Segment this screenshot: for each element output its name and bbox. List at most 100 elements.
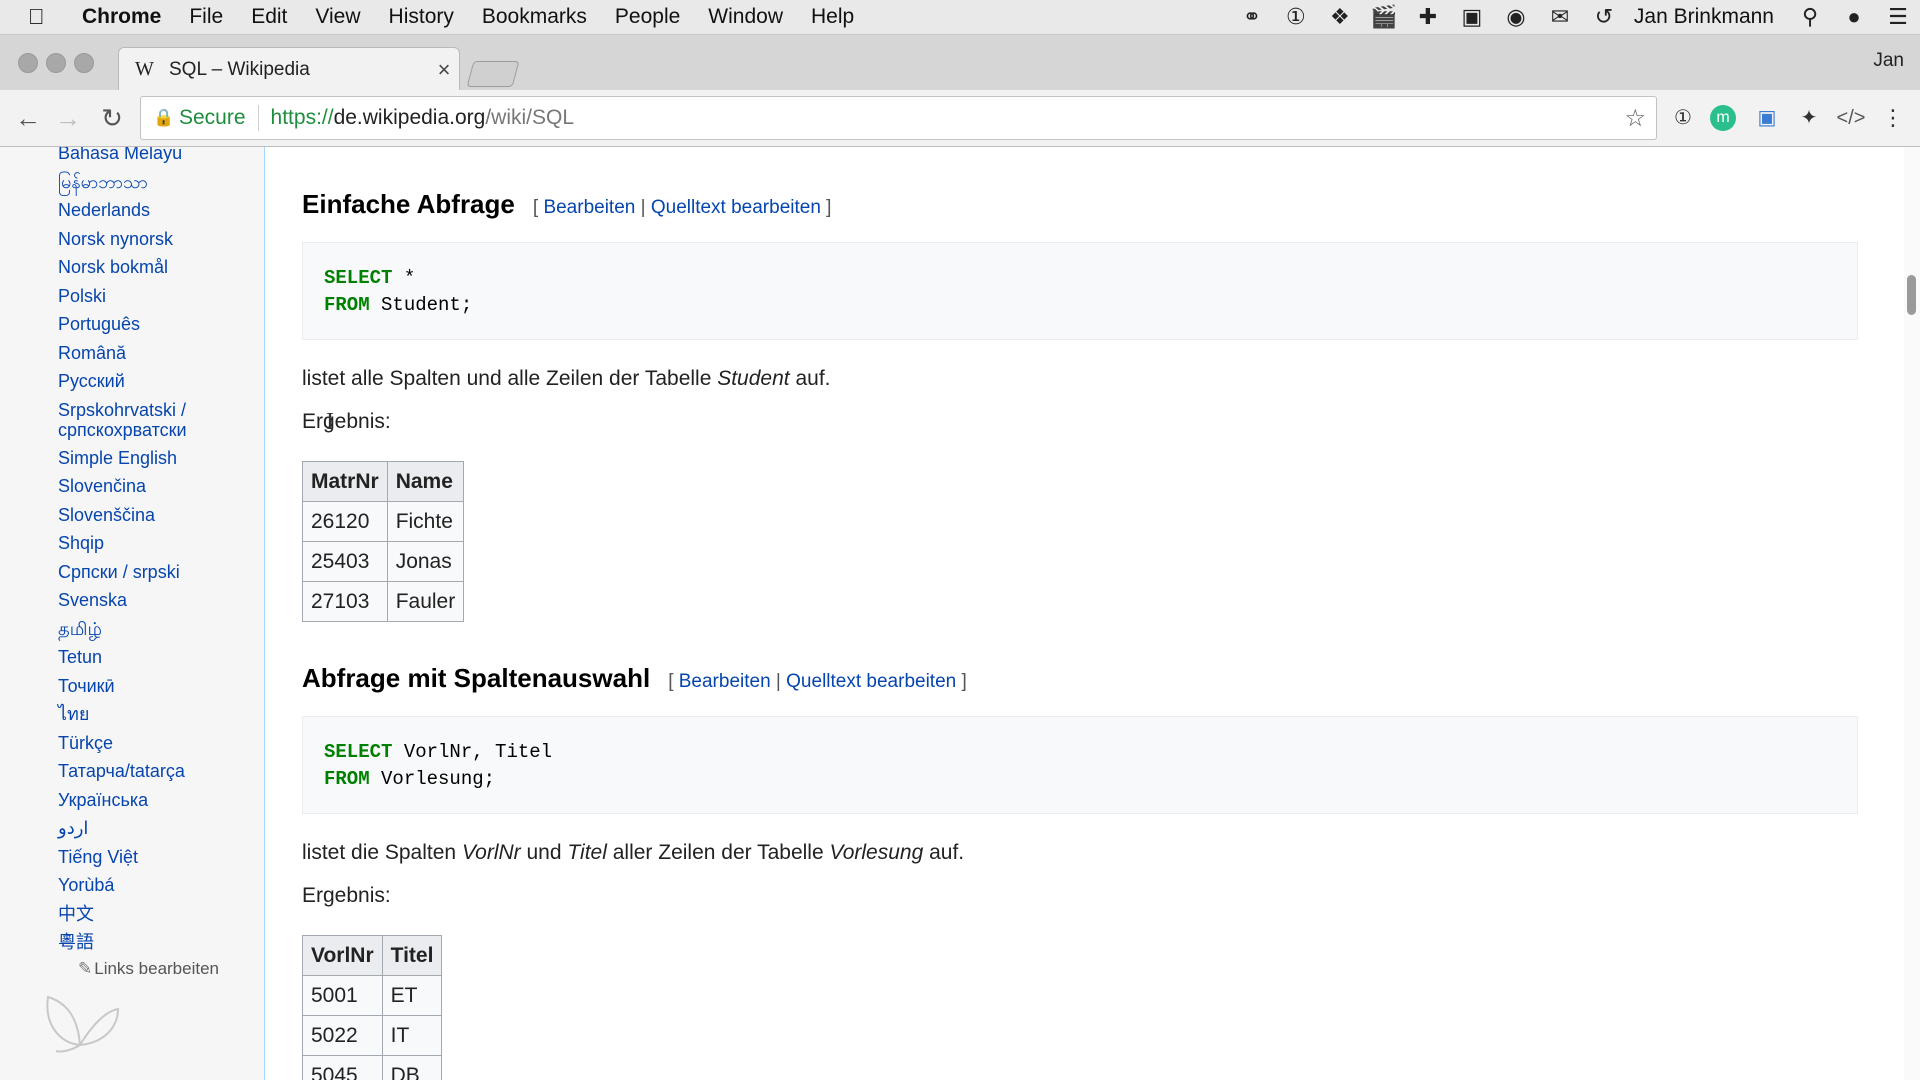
code-extension-icon[interactable]: </> bbox=[1836, 103, 1866, 133]
chrome-menu-icon[interactable]: ⋮ bbox=[1878, 103, 1908, 133]
edit-link[interactable]: Bearbeiten bbox=[543, 197, 635, 218]
code-line: FROM Vorlesung; bbox=[324, 766, 1857, 793]
language-link[interactable]: Norsk bokmål bbox=[58, 253, 208, 282]
language-link[interactable]: Точикӣ bbox=[58, 672, 208, 701]
window-close-button[interactable] bbox=[18, 53, 38, 73]
language-link[interactable]: Српски / srpski bbox=[58, 558, 208, 587]
language-link[interactable]: اردو bbox=[58, 814, 208, 843]
menu-edit[interactable]: Edit bbox=[237, 5, 301, 29]
url-host[interactable]: de.wikipedia.org bbox=[334, 106, 486, 130]
table-cell: 26120 bbox=[302, 501, 388, 542]
m-extension-icon[interactable]: m bbox=[1710, 105, 1736, 131]
menu-view[interactable]: View bbox=[301, 5, 374, 29]
language-link[interactable]: Bahasa Melayu bbox=[58, 147, 208, 168]
menu-file[interactable]: File bbox=[175, 5, 237, 29]
language-link-text[interactable]: Srpskohrvatski / српскохрватски bbox=[58, 400, 187, 440]
sql-keyword: SELECT bbox=[324, 741, 393, 763]
browser-toolbar: ← → ↻ 🔒 Secure https://de.wikipedia.org /… bbox=[0, 90, 1920, 147]
language-link[interactable]: 中文 bbox=[58, 900, 208, 929]
language-link[interactable]: Simple English bbox=[58, 444, 208, 473]
tab-extension-icon[interactable]: ▣ bbox=[1752, 103, 1782, 133]
url-scheme[interactable]: https:// bbox=[271, 106, 334, 130]
table-header-row: MatrNr Name bbox=[302, 461, 465, 502]
apple-logo-icon[interactable]:  bbox=[28, 4, 64, 30]
language-link[interactable]: Português bbox=[58, 310, 208, 339]
table-cell: Jonas bbox=[386, 541, 465, 582]
menu-people[interactable]: People bbox=[601, 5, 694, 29]
language-link[interactable]: Polski bbox=[58, 282, 208, 311]
reload-icon[interactable]: ↻ bbox=[92, 98, 132, 138]
language-link[interactable]: Українська bbox=[58, 786, 208, 815]
tab-close-icon[interactable]: × bbox=[429, 57, 459, 83]
table-header-row: VorlNr Titel bbox=[302, 935, 443, 976]
table-row: 5045 DB bbox=[302, 1055, 443, 1080]
siri-icon[interactable]: ● bbox=[1832, 4, 1876, 30]
clapperboard-icon[interactable]: 🎬 bbox=[1362, 4, 1406, 30]
language-link[interactable]: Türkçe bbox=[58, 729, 208, 758]
language-link[interactable]: Tiếng Việt bbox=[58, 843, 208, 872]
result-table-student: MatrNr Name 26120 Fichte 25403 Jonas 271… bbox=[302, 461, 465, 622]
forward-arrow-icon[interactable]: → bbox=[48, 98, 88, 138]
language-link[interactable]: Nederlands bbox=[58, 196, 208, 225]
language-link[interactable]: 粵語 bbox=[58, 928, 208, 957]
language-link[interactable]: Shqip bbox=[58, 529, 208, 558]
window-minimize-button[interactable] bbox=[46, 53, 66, 73]
language-link[interactable]: Română bbox=[58, 339, 208, 368]
menu-window[interactable]: Window bbox=[694, 5, 797, 29]
language-link[interactable]: Slovenčina bbox=[58, 472, 208, 501]
language-link[interactable]: ไทย bbox=[58, 700, 208, 729]
camera-icon[interactable]: ▣ bbox=[1450, 4, 1494, 30]
edit-section-links: [ Bearbeiten | Quelltext bearbeiten ] bbox=[532, 197, 832, 218]
menubar-username[interactable]: Jan Brinkmann bbox=[1626, 5, 1788, 29]
spotlight-search-icon[interactable]: ⚲ bbox=[1788, 4, 1832, 30]
edit-links-button[interactable]: ✎ Links bearbeiten bbox=[78, 959, 219, 979]
scrollbar-thumb[interactable] bbox=[1907, 275, 1916, 315]
code-line: SELECT VorlNr, Titel bbox=[324, 739, 1857, 766]
edit-source-link[interactable]: Quelltext bearbeiten bbox=[651, 197, 821, 218]
new-tab-button[interactable] bbox=[466, 61, 520, 87]
dropbox-icon[interactable]: ❖ bbox=[1318, 4, 1362, 30]
notification-center-icon[interactable]: ☰ bbox=[1876, 4, 1920, 30]
creative-cloud-icon[interactable]: ⚭ bbox=[1230, 4, 1274, 30]
leaf-icon[interactable]: ◉ bbox=[1494, 4, 1538, 30]
bookmark-star-icon[interactable]: ☆ bbox=[1624, 104, 1646, 133]
language-link[interactable]: Русский bbox=[58, 367, 208, 396]
language-link[interactable]: Tetun bbox=[58, 643, 208, 672]
edit-links-label[interactable]: Links bearbeiten bbox=[94, 959, 219, 978]
edit-link[interactable]: Bearbeiten bbox=[679, 671, 771, 692]
address-bar[interactable]: 🔒 Secure https://de.wikipedia.org/wiki/S… bbox=[140, 96, 1657, 140]
language-link[interactable]: Yorùbá bbox=[58, 871, 208, 900]
column-header: VorlNr bbox=[302, 935, 383, 976]
profile-button[interactable]: Jan bbox=[1873, 50, 1904, 72]
bird-extension-icon[interactable]: ✦ bbox=[1794, 103, 1824, 133]
time-machine-icon[interactable]: ↺ bbox=[1582, 4, 1626, 30]
language-link[interactable]: Svenska bbox=[58, 586, 208, 615]
language-link[interactable]: Norsk nynorsk bbox=[58, 225, 208, 254]
1password-extension-icon[interactable]: ① bbox=[1668, 103, 1698, 133]
language-link[interactable]: Татарча/tatarça bbox=[58, 757, 208, 786]
lock-icon[interactable]: 🔒 bbox=[153, 108, 175, 128]
menu-app-chrome[interactable]: Chrome bbox=[74, 5, 175, 29]
para-text: listet die Spalten bbox=[302, 841, 462, 864]
back-arrow-icon[interactable]: ← bbox=[8, 98, 48, 138]
menu-bookmarks[interactable]: Bookmarks bbox=[468, 5, 601, 29]
secure-label[interactable]: Secure bbox=[179, 106, 246, 130]
window-zoom-button[interactable] bbox=[74, 53, 94, 73]
1password-icon[interactable]: ① bbox=[1274, 4, 1318, 30]
language-link[interactable]: Slovenščina bbox=[58, 501, 208, 530]
sql-text: VorlNr, Titel bbox=[392, 741, 553, 763]
language-link[interactable]: தமிழ் bbox=[58, 615, 208, 644]
tab-sql-wikipedia[interactable]: W SQL – Wikipedia × bbox=[118, 47, 460, 91]
language-link[interactable]: Srpskohrvatski / српскохрватски bbox=[58, 396, 208, 444]
menu-history[interactable]: History bbox=[375, 5, 468, 29]
language-link[interactable]: မြန်မာဘာသာ bbox=[58, 168, 208, 197]
macos-menubar:  Chrome File Edit View History Bookmark… bbox=[0, 0, 1920, 35]
chat-bubble-icon[interactable]: ✉ bbox=[1538, 4, 1582, 30]
sql-text: Vorlesung; bbox=[369, 768, 496, 790]
edit-source-link[interactable]: Quelltext bearbeiten bbox=[786, 671, 956, 692]
page-scrollbar[interactable] bbox=[1904, 147, 1920, 1080]
menu-help[interactable]: Help bbox=[797, 5, 868, 29]
plus-cross-icon[interactable]: ✚ bbox=[1406, 4, 1450, 30]
result-table-vorlesung: VorlNr Titel 5001 ET 5022 IT 5045 DB bbox=[302, 935, 443, 1080]
url-path[interactable]: /wiki/SQL bbox=[485, 106, 574, 130]
